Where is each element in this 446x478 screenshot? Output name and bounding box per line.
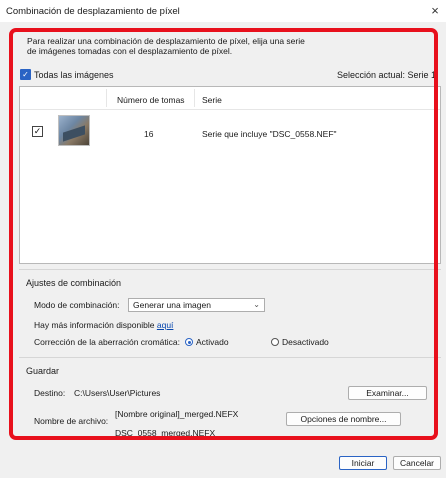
title-bar: Combinación de desplazamiento de píxel × — [0, 0, 446, 22]
button-bar: Iniciar Cancelar — [0, 445, 446, 478]
start-button[interactable]: Iniciar — [339, 456, 387, 470]
dialog-window: Combinación de desplazamiento de píxel ×… — [0, 0, 446, 478]
cancel-button[interactable]: Cancelar — [393, 456, 441, 470]
window-title: Combinación de desplazamiento de píxel — [6, 6, 180, 17]
close-icon[interactable]: × — [424, 0, 446, 22]
highlight-frame — [9, 28, 438, 440]
